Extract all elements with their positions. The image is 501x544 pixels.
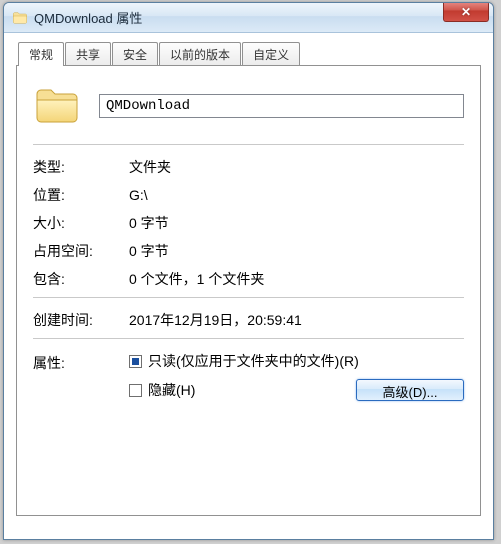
readonly-label[interactable]: 只读(仅应用于文件夹中的文件)(R)	[148, 351, 359, 371]
value-location: G:\	[129, 187, 148, 203]
title-bar[interactable]: QMDownload 属性 ✕	[4, 3, 493, 33]
window-title: QMDownload 属性	[34, 8, 142, 27]
row-contains: 包含: 0 个文件，1 个文件夹	[33, 269, 464, 289]
tab-strip: 常规 共享 安全 以前的版本 自定义	[16, 43, 481, 66]
folder-large-icon	[33, 82, 81, 130]
label-contains: 包含:	[33, 269, 129, 289]
row-type: 类型: 文件夹	[33, 157, 464, 177]
label-size: 大小:	[33, 213, 129, 233]
tab-panel-general: 类型: 文件夹 位置: G:\ 大小: 0 字节 占用空间: 0 字节 包含: …	[16, 66, 481, 516]
folder-name-input[interactable]	[99, 94, 464, 118]
attributes-section: 属性: 只读(仅应用于文件夹中的文件)(R) 隐藏(H) 高级(D)...	[33, 351, 464, 401]
label-created: 创建时间:	[33, 310, 129, 330]
label-attributes: 属性:	[33, 351, 129, 373]
row-size: 大小: 0 字节	[33, 213, 464, 233]
tab-previous-versions[interactable]: 以前的版本	[159, 42, 241, 65]
properties-dialog: QMDownload 属性 ✕ 常规 共享 安全 以前的版本 自定义	[3, 2, 494, 540]
folder-icon	[12, 10, 28, 26]
close-button[interactable]: ✕	[443, 2, 489, 22]
row-location: 位置: G:\	[33, 185, 464, 205]
separator	[33, 338, 464, 339]
separator	[33, 144, 464, 145]
tab-sharing[interactable]: 共享	[65, 42, 111, 65]
label-location: 位置:	[33, 185, 129, 205]
hidden-label[interactable]: 隐藏(H)	[148, 380, 195, 400]
readonly-row: 只读(仅应用于文件夹中的文件)(R)	[129, 351, 464, 371]
label-type: 类型:	[33, 157, 129, 177]
separator	[33, 297, 464, 298]
tab-customize[interactable]: 自定义	[242, 42, 300, 65]
attributes-right: 只读(仅应用于文件夹中的文件)(R) 隐藏(H) 高级(D)...	[129, 351, 464, 401]
value-contains: 0 个文件，1 个文件夹	[129, 269, 264, 289]
header-row	[33, 82, 464, 130]
advanced-button[interactable]: 高级(D)...	[356, 379, 464, 401]
client-area: 常规 共享 安全 以前的版本 自定义	[4, 33, 493, 528]
value-size-on-disk: 0 字节	[129, 241, 169, 261]
hidden-checkbox[interactable]	[129, 384, 142, 397]
label-size-on-disk: 占用空间:	[33, 241, 129, 261]
value-created: 2017年12月19日，20:59:41	[129, 310, 302, 330]
hidden-advanced-row: 隐藏(H) 高级(D)...	[129, 379, 464, 401]
tab-general[interactable]: 常规	[18, 42, 64, 66]
value-size: 0 字节	[129, 213, 169, 233]
close-icon: ✕	[461, 6, 471, 18]
row-size-on-disk: 占用空间: 0 字节	[33, 241, 464, 261]
readonly-checkbox[interactable]	[129, 355, 142, 368]
row-created: 创建时间: 2017年12月19日，20:59:41	[33, 310, 464, 330]
value-type: 文件夹	[129, 157, 171, 177]
tab-security[interactable]: 安全	[112, 42, 158, 65]
